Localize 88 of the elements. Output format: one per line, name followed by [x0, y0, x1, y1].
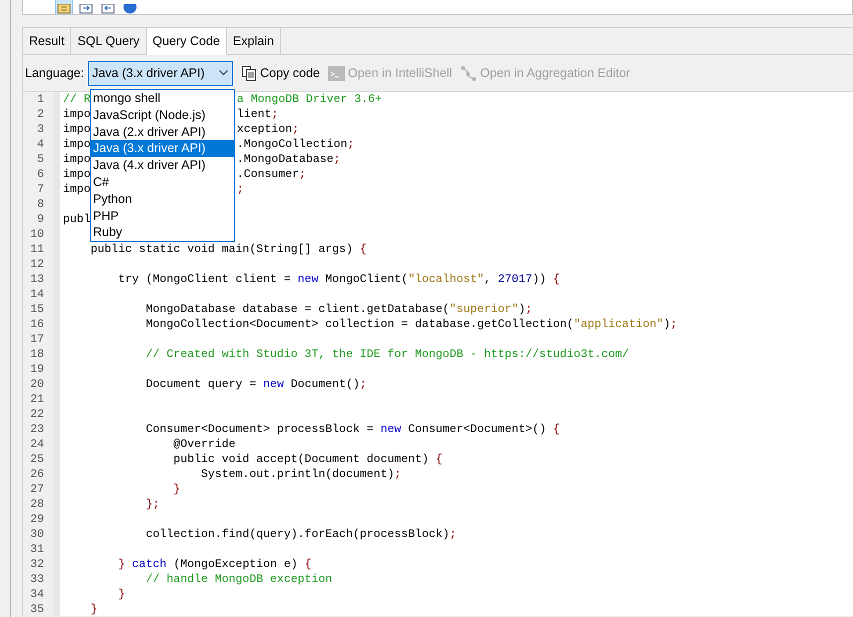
- line-number: 24: [29, 437, 45, 452]
- code-line: impo: [63, 122, 91, 137]
- line-number: 7: [36, 182, 45, 197]
- code-line: xception;: [236, 122, 300, 137]
- line-number: 9: [36, 212, 45, 227]
- code-line: .MongoCollection;: [236, 137, 354, 152]
- line-number: 8: [36, 197, 45, 212]
- code-line: Consumer<Document> processBlock = new Consumer<Document>() {: [144, 422, 560, 437]
- line-number: 14: [29, 287, 45, 302]
- line-number: 22: [29, 407, 45, 422]
- code-line: // handle MongoDB exception: [144, 572, 332, 587]
- code-line: }: [117, 587, 126, 602]
- toolbar-button[interactable]: Copy code: [241, 64, 320, 82]
- code-line: // Created with Studio 3T, the IDE for MongoDB - https://studio3t.com/: [144, 347, 629, 362]
- line-number: 1: [36, 92, 45, 107]
- line-number: 16: [29, 317, 45, 332]
- dropdown-option[interactable]: C#: [91, 174, 234, 191]
- line-number: 3: [36, 122, 45, 137]
- code-line: Document query = new Document();: [144, 377, 367, 392]
- line-number: 25: [29, 452, 45, 467]
- tab[interactable]: Result: [23, 28, 72, 55]
- tab[interactable]: Query Code: [146, 28, 227, 55]
- line-number: 34: [29, 587, 45, 602]
- line-number: 13: [29, 272, 45, 287]
- code-line: publ: [63, 212, 91, 227]
- code-line: MongoDatabase database = client.getDatabase("superior");: [144, 302, 532, 317]
- line-number: 26: [29, 467, 45, 482]
- code-line: public void accept(Document document) {: [172, 452, 443, 467]
- line-number: 15: [29, 302, 45, 317]
- line-number: 18: [29, 347, 45, 362]
- code-line: impo: [63, 182, 91, 197]
- language-dropdown[interactable]: Java (3.x driver API): [88, 60, 234, 86]
- line-number: 35: [29, 602, 45, 616]
- code-line: impo: [63, 152, 91, 167]
- line-number: 11: [29, 242, 45, 257]
- code-line: } catch (MongoException e) {: [117, 557, 312, 572]
- dropdown-option[interactable]: JavaScript (Node.js): [91, 106, 234, 124]
- code-line: MongoCollection<Document> collection = database.getCollection("application");: [144, 317, 678, 332]
- code-line: lient;: [236, 107, 278, 122]
- code-line: collection.find(query).forEach(processBlock);: [144, 527, 456, 542]
- dropdown-option[interactable]: Java (3.x driver API): [91, 140, 234, 158]
- code-line: ;: [236, 182, 244, 197]
- line-number: 21: [29, 392, 45, 407]
- code-line: };: [144, 497, 160, 512]
- line-number: 12: [29, 257, 45, 272]
- code-line: a MongoDB Driver 3.6+: [236, 92, 382, 107]
- code-line: }: [172, 482, 180, 497]
- dropdown-option[interactable]: PHP: [91, 208, 234, 224]
- tab[interactable]: Explain: [226, 28, 281, 55]
- dropdown-option[interactable]: Java (2.x driver API): [91, 124, 234, 140]
- copy-icon: [241, 65, 258, 81]
- caret-icon: [219, 70, 228, 76]
- pipeline-icon: [460, 65, 478, 81]
- dropdown-option[interactable]: mongo shell: [91, 90, 234, 107]
- line-number: 30: [29, 527, 45, 542]
- line-number: 17: [29, 332, 45, 347]
- code-line: // R: [63, 92, 91, 107]
- line-number: 20: [29, 377, 45, 392]
- tab[interactable]: SQL Query: [71, 28, 146, 55]
- code-line: try (MongoClient client = new MongoClient("localhost", 27017)) {: [117, 272, 560, 287]
- code-line: System.out.println(document);: [200, 467, 402, 482]
- line-number: 31: [29, 542, 45, 557]
- line-number: 4: [36, 137, 45, 152]
- line-number: 6: [36, 167, 45, 182]
- line-number: 23: [29, 422, 45, 437]
- document-icon[interactable]: [56, 0, 72, 14]
- line-number: 10: [29, 227, 45, 242]
- code-line: }: [90, 602, 98, 616]
- line-number: 33: [29, 572, 45, 587]
- line-number: 2: [36, 107, 45, 122]
- code-line: .Consumer;: [236, 167, 306, 182]
- terminal-icon: [328, 66, 345, 80]
- line-number: 32: [29, 557, 45, 572]
- code-line: impo: [63, 137, 91, 152]
- code-line: impo: [63, 107, 91, 122]
- dropdown-option[interactable]: Ruby: [91, 224, 234, 242]
- dropdown-option[interactable]: Java (4.x driver API): [91, 157, 234, 174]
- line-number: 27: [29, 482, 45, 497]
- line-number: 19: [29, 362, 45, 377]
- line-number: 29: [29, 512, 45, 527]
- code-line: .MongoDatabase;: [236, 152, 340, 167]
- code-line: @Override: [172, 437, 236, 452]
- dropdown-option[interactable]: Python: [91, 190, 234, 208]
- code-line: impo: [63, 167, 91, 182]
- code-line: public static void main(String[] args) {: [90, 242, 367, 257]
- language-label: Language:: [25, 64, 84, 82]
- line-number: 5: [36, 152, 45, 167]
- line-number: 28: [29, 497, 45, 512]
